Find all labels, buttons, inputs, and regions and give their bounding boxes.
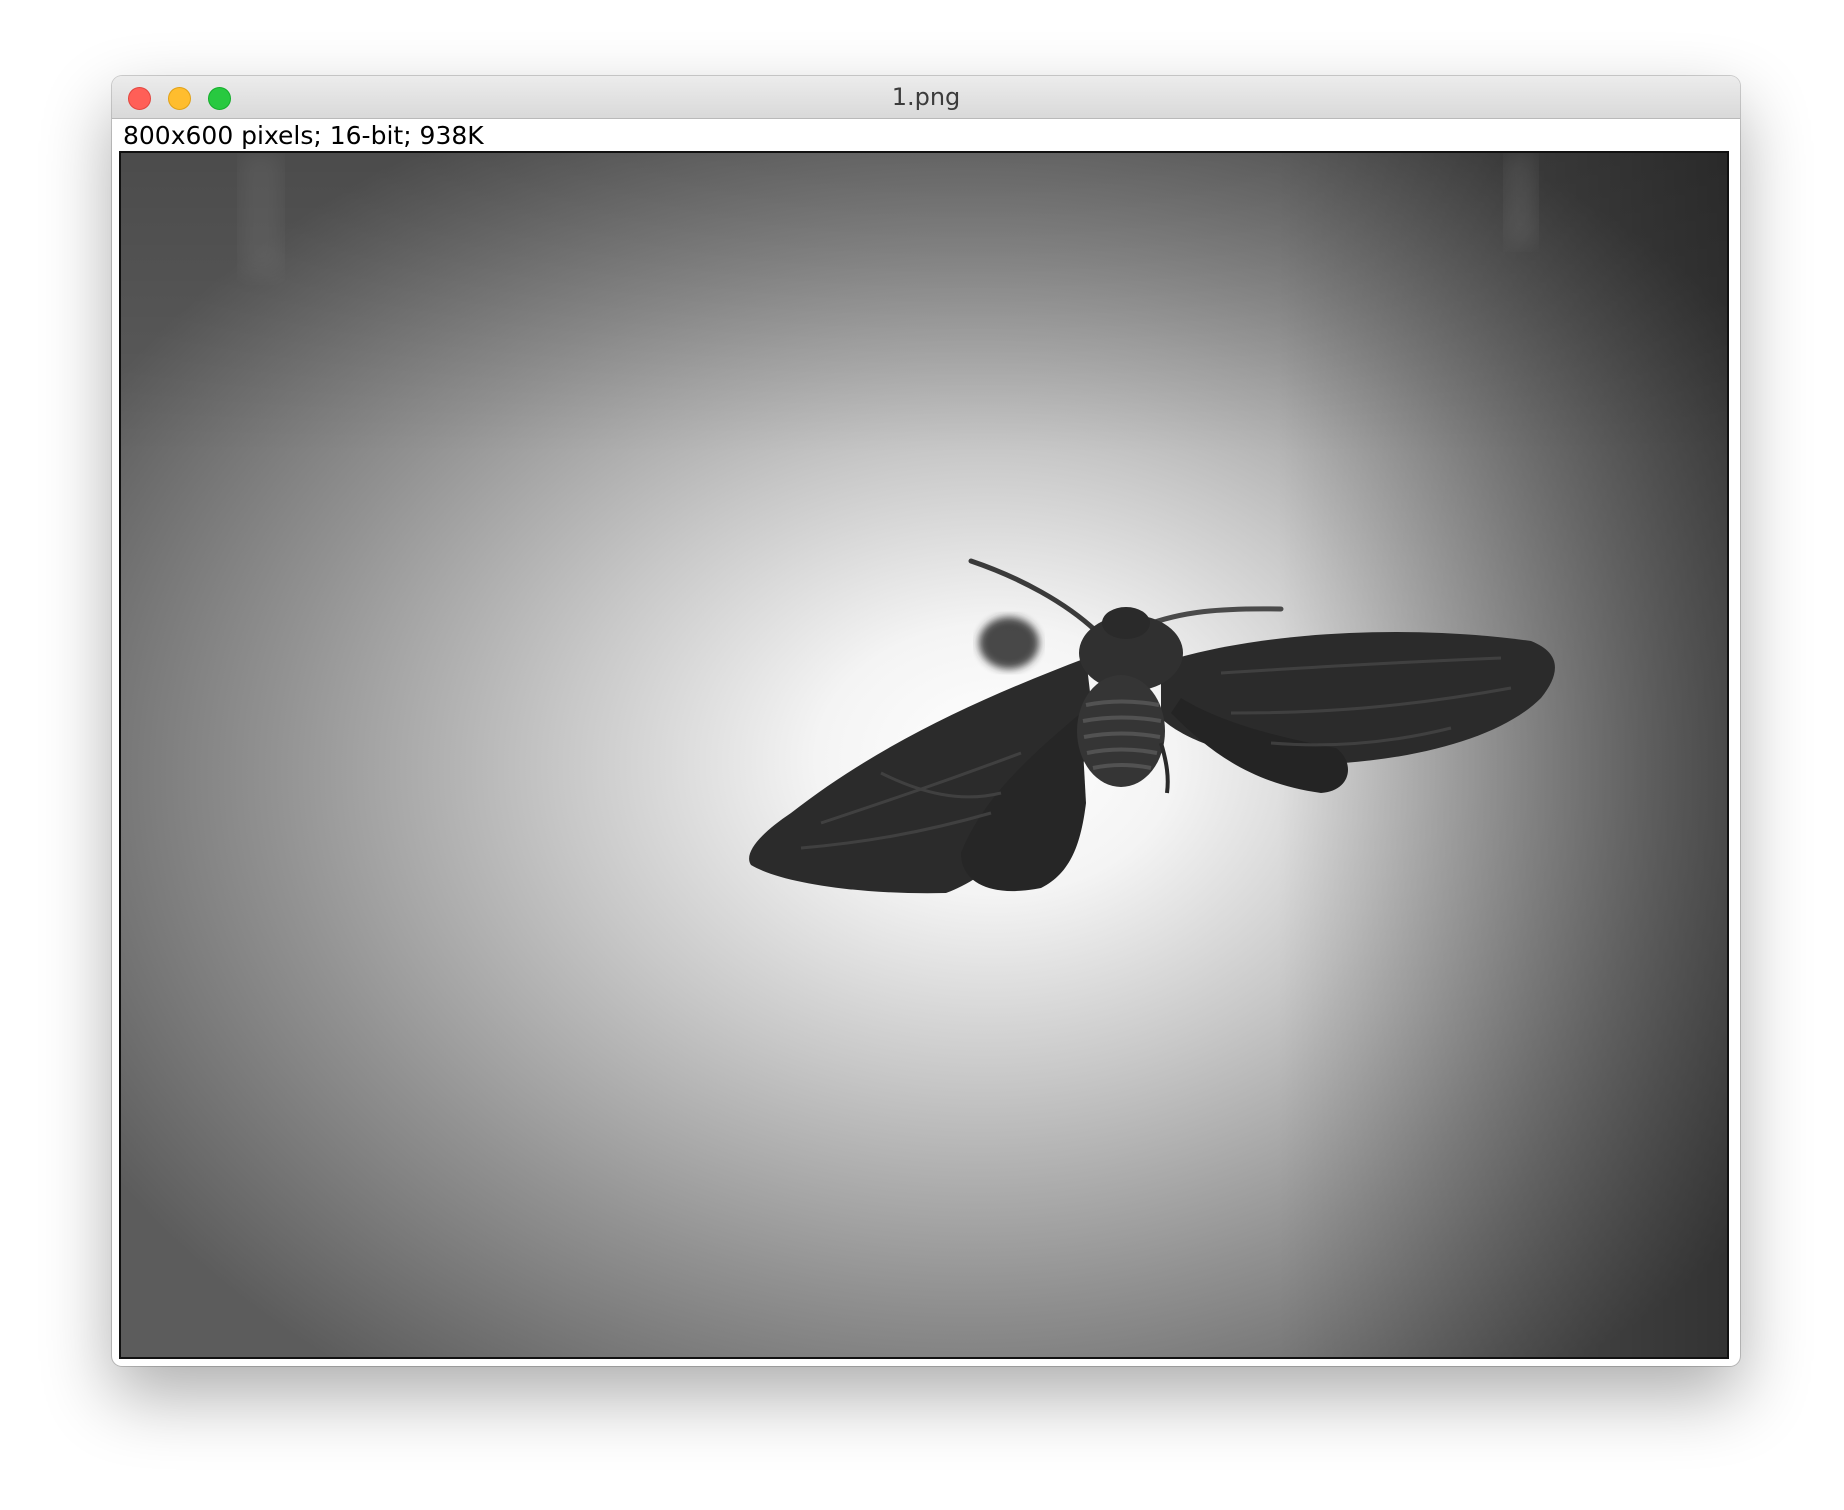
window-title: 1.png: [891, 83, 961, 111]
image-window: 1.png 800x600 pixels; 16-bit; 938K: [112, 76, 1740, 1366]
moth-image: [121, 153, 1727, 1357]
image-canvas[interactable]: [119, 151, 1729, 1359]
image-info-label: 800x600 pixels; 16-bit; 938K: [123, 121, 484, 150]
title-bar[interactable]: 1.png: [112, 76, 1740, 119]
